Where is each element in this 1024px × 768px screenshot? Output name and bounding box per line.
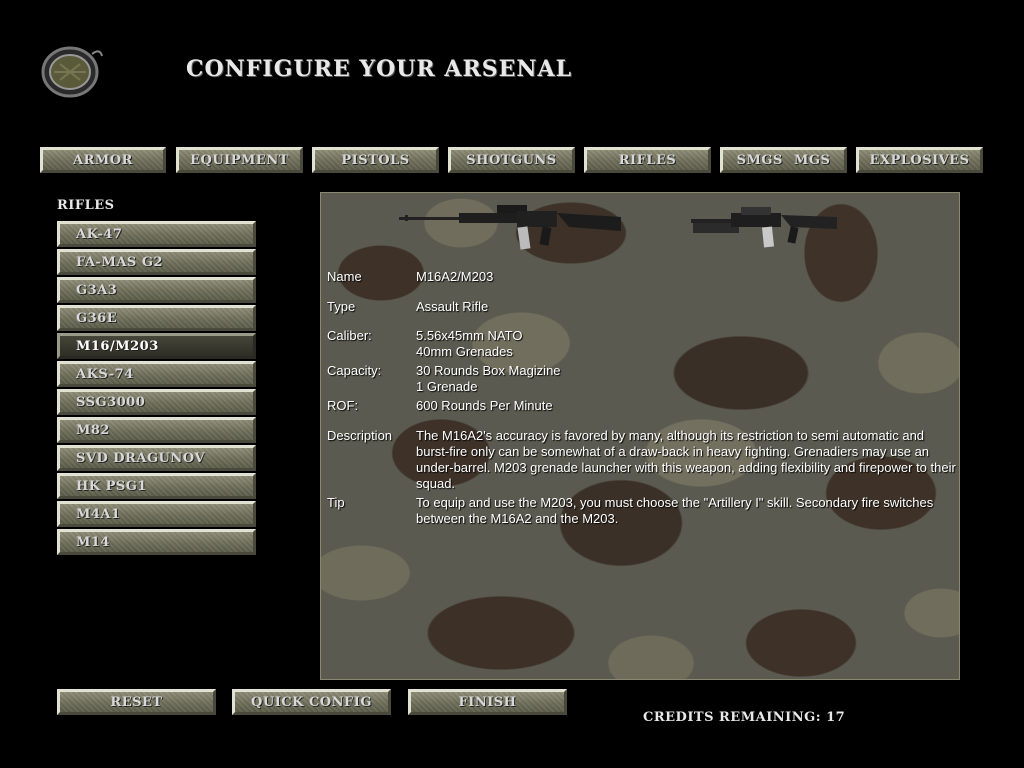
description-value: The M16A2's accuracy is favored by many,… <box>416 428 956 491</box>
tab-smgs-mgs[interactable]: SMGS MGS <box>720 147 847 173</box>
capacity-label: Capacity: <box>327 363 382 378</box>
rof-value: 600 Rounds Per Minute <box>416 398 553 413</box>
weapon-item-m4a1[interactable]: M4A1 <box>57 501 256 527</box>
weapon-item-fa-mas-g2[interactable]: FA-MAS G2 <box>57 249 256 275</box>
weapon-item-svd-dragunov[interactable]: SVD DRAGUNOV <box>57 445 256 471</box>
type-label: Type <box>327 299 356 314</box>
name-value: M16A2/M203 <box>416 269 494 284</box>
weapon-item-m16-m203[interactable]: M16/M203 <box>57 333 256 359</box>
weapon-detail-panel: Name M16A2/M203 Type Assault Rifle Calib… <box>320 192 960 680</box>
game-logo-icon <box>40 44 104 98</box>
tab-rifles[interactable]: RIFLES <box>584 147 711 173</box>
credits-remaining: CREDITS REMAINING: 17 <box>643 710 845 725</box>
weapon-item-m14[interactable]: M14 <box>57 529 256 555</box>
tip-label: Tip <box>327 495 345 510</box>
tab-explosives[interactable]: EXPLOSIVES <box>856 147 983 173</box>
weapon-list-header: RIFLES <box>57 198 115 213</box>
caliber-label: Caliber: <box>327 328 372 343</box>
tip-value: To equip and use the M203, you must choo… <box>416 495 934 526</box>
credits-value: 17 <box>826 710 846 725</box>
tab-shotguns[interactable]: SHOTGUNS <box>448 147 575 173</box>
name-label: Name <box>327 269 362 284</box>
description-label: Description <box>327 428 393 443</box>
rifle-icon <box>399 205 621 250</box>
tab-pistols[interactable]: PISTOLS <box>312 147 439 173</box>
capacity-value: 30 Rounds Box Magizine 1 Grenade <box>416 363 561 394</box>
weapon-item-aks-74[interactable]: AKS-74 <box>57 361 256 387</box>
reset-button[interactable]: RESET <box>57 689 216 715</box>
weapon-item-hk-psg1[interactable]: HK PSG1 <box>57 473 256 499</box>
tab-equipment[interactable]: EQUIPMENT <box>176 147 303 173</box>
caliber-value: 5.56x45mm NATO 40mm Grenades <box>416 328 523 359</box>
weapon-item-m82[interactable]: M82 <box>57 417 256 443</box>
weapon-item-g36e[interactable]: G36E <box>57 305 256 331</box>
rof-label: ROF: <box>327 398 359 413</box>
tab-armor[interactable]: ARMOR <box>40 147 166 173</box>
weapon-item-g3a3[interactable]: G3A3 <box>57 277 256 303</box>
finish-button[interactable]: FINISH <box>408 689 567 715</box>
type-value: Assault Rifle <box>416 299 489 314</box>
credits-label: CREDITS REMAINING: <box>643 710 822 725</box>
quick-config-button[interactable]: QUICK CONFIG <box>232 689 391 715</box>
weapon-item-ak-47[interactable]: AK-47 <box>57 221 256 247</box>
rifle-grenade-launcher-icon <box>691 207 837 248</box>
page-title: CONFIGURE YOUR ARSENAL <box>186 56 573 82</box>
weapon-item-ssg3000[interactable]: SSG3000 <box>57 389 256 415</box>
